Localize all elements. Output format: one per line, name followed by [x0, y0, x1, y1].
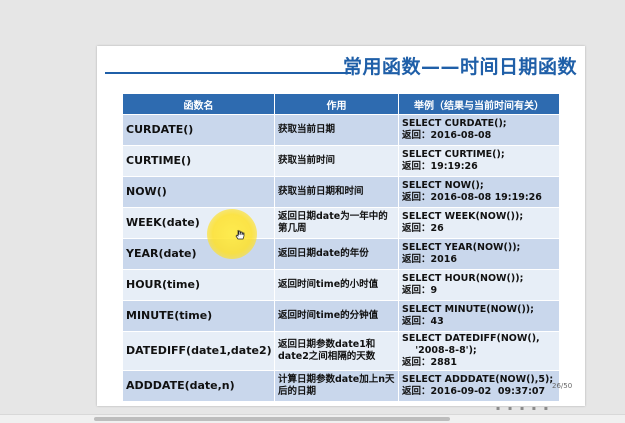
example-query: SELECT WEEK(NOW());: [402, 211, 524, 222]
example-result: 返回：2881: [402, 357, 457, 368]
example-query: SELECT DATEDIFF(NOW(),: [402, 333, 540, 344]
function-example: SELECT NOW(); 返回：2016-08-08 19:19:26: [398, 176, 560, 208]
laser-pointer-highlight: [207, 209, 257, 259]
table-row: DATEDIFF(date1,date2) 返回日期参数date1和date2之…: [122, 331, 560, 371]
table-row: MINUTE(time) 返回时间time的分钟值 SELECT MINUTE(…: [122, 300, 560, 332]
function-use: 获取当前日期: [274, 114, 399, 146]
table-row: WEEK(date) 返回日期date为一年中的第几周 SELECT WEEK(…: [122, 207, 560, 239]
function-name: DATEDIFF(date1,date2): [122, 331, 275, 371]
example-query: SELECT HOUR(NOW());: [402, 273, 524, 284]
toolbar-marks: ▪ ▪ ▪ ▪ ▪: [496, 405, 551, 412]
function-use: 返回日期date为一年中的第几周: [274, 207, 399, 239]
example-query: SELECT ADDDATE(NOW(),5);: [402, 374, 554, 385]
example-query: SELECT CURDATE();: [402, 118, 507, 129]
function-example: SELECT CURTIME(); 返回：19:19:26: [398, 145, 560, 177]
table-row: NOW() 获取当前日期和时间 SELECT NOW(); 返回：2016-08…: [122, 176, 560, 208]
table-row: CURDATE() 获取当前日期 SELECT CURDATE(); 返回：20…: [122, 114, 560, 146]
function-name: NOW(): [122, 176, 275, 208]
example-result: 返回：2016-08-08 19:19:26: [402, 192, 542, 203]
example-result: 返回：2016-08-08: [402, 130, 492, 141]
example-query: SELECT NOW();: [402, 180, 484, 191]
function-example: SELECT WEEK(NOW()); 返回：26: [398, 207, 560, 239]
column-header-name: 函数名: [122, 93, 275, 115]
example-result: 返回：19:19:26: [402, 161, 478, 172]
function-example: SELECT YEAR(NOW()); 返回：2016: [398, 238, 560, 270]
presentation-slide: 常用函数——时间日期函数 函数名 作用 举例（结果与当前时间有关） CURDAT…: [97, 46, 585, 406]
function-use: 返回时间time的小时值: [274, 269, 399, 301]
function-use: 获取当前日期和时间: [274, 176, 399, 208]
example-result: 返回：2016-09-02 09:37:07: [402, 386, 546, 397]
column-header-example: 举例（结果与当前时间有关）: [398, 93, 560, 115]
function-example: SELECT MINUTE(NOW()); 返回：43: [398, 300, 560, 332]
function-name: CURTIME(): [122, 145, 275, 177]
example-query: SELECT YEAR(NOW());: [402, 242, 521, 253]
function-example: SELECT DATEDIFF(NOW(), '2008-8-8'); 返回：2…: [398, 331, 560, 371]
function-use: 返回日期date的年份: [274, 238, 399, 270]
function-table: 函数名 作用 举例（结果与当前时间有关） CURDATE() 获取当前日期 SE…: [122, 93, 560, 402]
scrollbar-thumb[interactable]: [94, 417, 450, 421]
function-name: HOUR(time): [122, 269, 275, 301]
function-use: 返回时间time的分钟值: [274, 300, 399, 332]
table-row: ADDDATE(date,n) 计算日期参数date加上n天后的日期 SELEC…: [122, 370, 560, 402]
example-query-continued: '2008-8-8');: [402, 345, 477, 356]
function-name: ADDDATE(date,n): [122, 370, 275, 402]
hand-cursor-icon: [234, 229, 246, 241]
table-row: CURTIME() 获取当前时间 SELECT CURTIME(); 返回：19…: [122, 145, 560, 177]
example-result: 返回：43: [402, 316, 444, 327]
function-use: 获取当前时间: [274, 145, 399, 177]
table-header-row: 函数名 作用 举例（结果与当前时间有关）: [122, 93, 560, 115]
function-use: 返回日期参数date1和date2之间相隔的天数: [274, 331, 399, 371]
function-use: 计算日期参数date加上n天后的日期: [274, 370, 399, 402]
function-name: CURDATE(): [122, 114, 275, 146]
table-row: YEAR(date) 返回日期date的年份 SELECT YEAR(NOW()…: [122, 238, 560, 270]
example-query: SELECT MINUTE(NOW());: [402, 304, 534, 315]
slide-title: 常用函数——时间日期函数: [342, 56, 577, 78]
page-number: 26/50: [552, 382, 573, 390]
table-row: HOUR(time) 返回时间time的小时值 SELECT HOUR(NOW(…: [122, 269, 560, 301]
example-result: 返回：26: [402, 223, 444, 234]
function-name: MINUTE(time): [122, 300, 275, 332]
example-result: 返回：9: [402, 285, 438, 296]
title-rule: [105, 72, 351, 74]
example-result: 返回：2016: [402, 254, 457, 265]
function-example: SELECT HOUR(NOW()); 返回：9: [398, 269, 560, 301]
column-header-use: 作用: [274, 93, 399, 115]
function-example: SELECT CURDATE(); 返回：2016-08-08: [398, 114, 560, 146]
function-example: SELECT ADDDATE(NOW(),5); 返回：2016-09-02 0…: [398, 370, 560, 402]
example-query: SELECT CURTIME();: [402, 149, 505, 160]
